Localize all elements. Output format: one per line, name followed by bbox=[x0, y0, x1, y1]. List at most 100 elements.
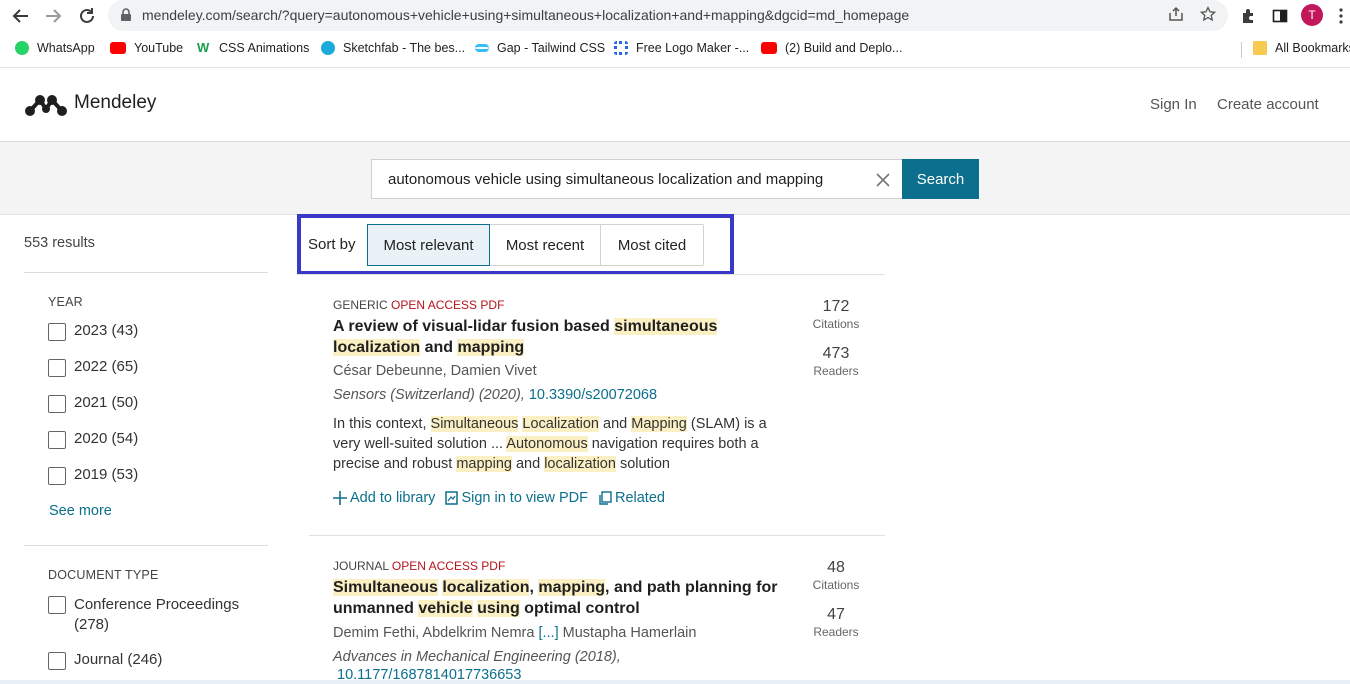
result-meta: GENERIC OPEN ACCESS PDF bbox=[333, 298, 505, 312]
year-filter-item[interactable]: 2023 (43) bbox=[48, 322, 138, 341]
logo-maker-icon bbox=[614, 41, 628, 55]
extensions-icon[interactable] bbox=[1237, 5, 1259, 27]
bookmark-divider bbox=[1241, 42, 1242, 58]
doctype-filter-item[interactable]: Journal (246) bbox=[48, 651, 162, 670]
result-title[interactable]: A review of visual-lidar fusion based si… bbox=[333, 316, 783, 358]
site-logo-text[interactable]: Mendeley bbox=[74, 92, 156, 114]
bookmark-css-animations[interactable]: W CSS Animations bbox=[197, 40, 309, 56]
mendeley-logo-icon[interactable] bbox=[24, 91, 68, 117]
create-account-link[interactable]: Create account bbox=[1217, 96, 1319, 113]
citations-label: Citations bbox=[812, 578, 860, 592]
highlighted-term: Localization bbox=[522, 416, 599, 432]
year-filter-item[interactable]: 2022 (65) bbox=[48, 358, 138, 377]
result-authors: Demim Fethi, Abdelkrim Nemra [...] Musta… bbox=[333, 625, 697, 641]
result-source: Sensors (Switzerland) (2020), 10.3390/s2… bbox=[333, 387, 658, 403]
tailwind-icon bbox=[475, 44, 489, 52]
checkbox[interactable] bbox=[48, 652, 66, 670]
bookmark-tailwind[interactable]: Gap - Tailwind CSS bbox=[475, 41, 605, 55]
menu-icon[interactable] bbox=[1330, 5, 1350, 27]
text-segment: solution bbox=[615, 456, 670, 472]
w-icon: W bbox=[197, 40, 210, 55]
checkbox[interactable] bbox=[48, 359, 66, 377]
youtube-icon bbox=[110, 42, 126, 54]
checkbox[interactable] bbox=[48, 395, 66, 413]
sign-in-link[interactable]: Sign In bbox=[1150, 96, 1197, 113]
bookmark-sketchfab[interactable]: Sketchfab - The bes... bbox=[321, 41, 465, 55]
sort-label: Sort by bbox=[308, 236, 356, 253]
year-filter-item[interactable]: 2021 (50) bbox=[48, 394, 138, 413]
sidebar-divider bbox=[24, 545, 268, 546]
bottom-edge bbox=[0, 680, 1350, 684]
text-segment: and bbox=[599, 416, 632, 432]
more-authors-link[interactable]: [...] bbox=[538, 625, 558, 641]
all-bookmarks[interactable]: All Bookmarks bbox=[1253, 41, 1350, 55]
citations-count: 48 bbox=[827, 559, 845, 576]
reload-icon[interactable] bbox=[76, 5, 98, 27]
sort-most-cited[interactable]: Most cited bbox=[601, 225, 703, 265]
highlighted-term: mapping bbox=[457, 339, 525, 356]
youtube-icon bbox=[761, 42, 777, 54]
bookmark-build-deploy[interactable]: (2) Build and Deplo... bbox=[761, 41, 902, 55]
doctype-filter-item[interactable]: Conference Proceedings (278) bbox=[48, 595, 248, 635]
bookmark-logo-maker[interactable]: Free Logo Maker -... bbox=[614, 41, 749, 55]
text-segment: In this context, bbox=[333, 416, 431, 432]
highlighted-term: Autonomous bbox=[506, 436, 588, 452]
folder-icon bbox=[1253, 41, 1267, 55]
highlighted-term: Simultaneous bbox=[430, 416, 519, 432]
search-button[interactable]: Search bbox=[902, 159, 979, 199]
profile-avatar[interactable]: T bbox=[1301, 4, 1323, 26]
back-icon[interactable] bbox=[10, 5, 32, 27]
search-query: autonomous vehicle using simultaneous lo… bbox=[388, 171, 824, 188]
readers-count: 473 bbox=[822, 345, 850, 362]
forward-icon[interactable] bbox=[42, 5, 64, 27]
sort-most-recent[interactable]: Most recent bbox=[490, 225, 601, 265]
text-segment: and bbox=[511, 456, 545, 472]
share-icon[interactable] bbox=[1168, 6, 1184, 27]
results-count: 553 results bbox=[24, 235, 95, 251]
result-abstract: In this context, Simultaneous Localizati… bbox=[333, 414, 783, 474]
browser-toolbar: mendeley.com/search/?query=autonomous+ve… bbox=[0, 0, 1350, 68]
search-input[interactable]: autonomous vehicle using simultaneous lo… bbox=[371, 159, 902, 199]
sketchfab-icon bbox=[321, 41, 335, 55]
bookmark-whatsapp[interactable]: WhatsApp bbox=[15, 41, 95, 55]
see-more-link[interactable]: See more bbox=[49, 503, 112, 519]
readers-label: Readers bbox=[813, 364, 859, 378]
star-icon[interactable] bbox=[1199, 5, 1217, 27]
whatsapp-icon bbox=[15, 41, 29, 55]
result-meta: JOURNAL OPEN ACCESS PDF bbox=[333, 559, 506, 573]
text-segment: and bbox=[420, 339, 458, 356]
sidebar-divider bbox=[24, 272, 268, 273]
view-pdf-button[interactable]: Sign in to view PDF bbox=[445, 490, 588, 506]
highlighted-term: Simultaneous bbox=[333, 579, 438, 596]
checkbox[interactable] bbox=[48, 467, 66, 485]
result-title[interactable]: Simultaneous localization, mapping, and … bbox=[333, 577, 783, 619]
facet-title-year: YEAR bbox=[48, 295, 83, 309]
facet-title-doctype: DOCUMENT TYPE bbox=[48, 568, 159, 582]
results-divider bbox=[309, 535, 885, 536]
highlighted-term: localization bbox=[442, 579, 530, 596]
sort-options: Most relevant Most recent Most cited bbox=[367, 224, 704, 266]
readers-label: Readers bbox=[813, 625, 859, 639]
highlighted-term: using bbox=[477, 600, 520, 617]
add-to-library-button[interactable]: Add to library bbox=[333, 490, 435, 506]
related-button[interactable]: Related bbox=[598, 490, 665, 506]
clear-icon[interactable] bbox=[876, 168, 890, 193]
related-icon bbox=[599, 491, 612, 505]
bookmarks-bar: WhatsApp YouTube W CSS Animations Sketch… bbox=[0, 38, 1350, 62]
sidepanel-icon[interactable] bbox=[1269, 5, 1291, 27]
checkbox[interactable] bbox=[48, 323, 66, 341]
sort-most-relevant[interactable]: Most relevant bbox=[367, 224, 490, 266]
lock-icon bbox=[121, 8, 131, 21]
checkbox[interactable] bbox=[48, 431, 66, 449]
highlighted-term: mapping bbox=[456, 456, 512, 472]
address-bar[interactable]: mendeley.com/search/?query=autonomous+ve… bbox=[108, 0, 1228, 31]
highlighted-term: vehicle bbox=[418, 600, 473, 617]
result-authors: César Debeunne, Damien Vivet bbox=[333, 363, 537, 379]
year-filter-item[interactable]: 2019 (53) bbox=[48, 466, 138, 485]
result-source: Advances in Mechanical Engineering (2018… bbox=[333, 649, 621, 665]
bookmark-youtube[interactable]: YouTube bbox=[110, 41, 183, 55]
doi-link[interactable]: 10.3390/s20072068 bbox=[529, 387, 657, 403]
checkbox[interactable] bbox=[48, 596, 66, 614]
year-filter-item[interactable]: 2020 (54) bbox=[48, 430, 138, 449]
readers-count: 47 bbox=[827, 606, 845, 623]
